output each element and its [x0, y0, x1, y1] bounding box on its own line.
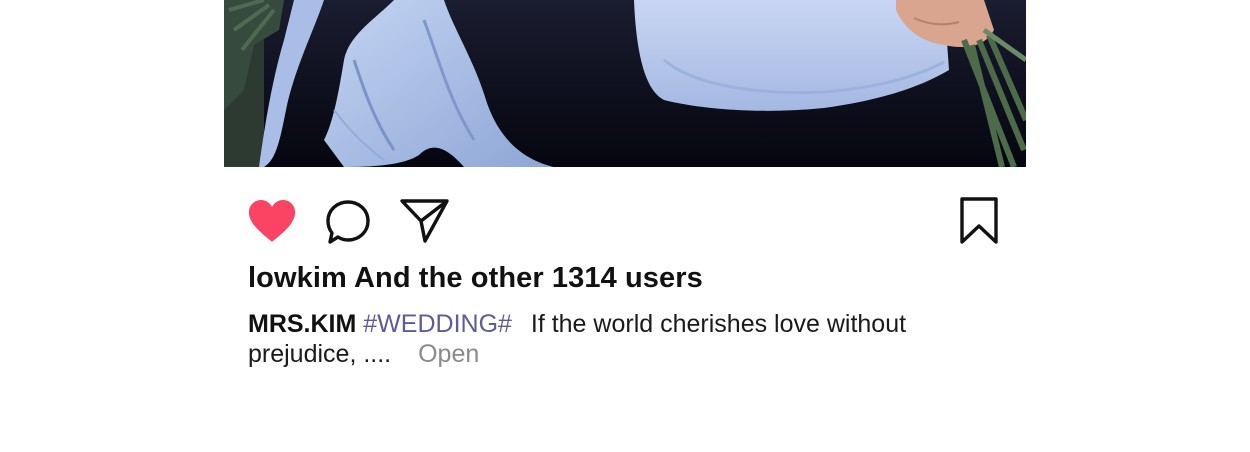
caption-hashtag[interactable]: #WEDDING# [363, 310, 512, 338]
bookmark-icon[interactable] [958, 196, 1000, 246]
paper-plane-icon[interactable] [399, 197, 451, 245]
post-caption: MRS.KIM #WEDDING# If the world cherishes… [248, 309, 968, 369]
post-photo-illustration [224, 0, 1026, 167]
open-caption-link[interactable]: Open [418, 340, 479, 368]
likes-summary[interactable]: lowkim And the other 1314 users [248, 262, 703, 295]
speech-bubble-icon[interactable] [324, 198, 372, 246]
post-action-bar [0, 167, 1250, 257]
heart-icon[interactable] [246, 198, 298, 246]
post-photo[interactable] [224, 0, 1026, 167]
caption-author[interactable]: MRS.KIM [248, 310, 356, 338]
